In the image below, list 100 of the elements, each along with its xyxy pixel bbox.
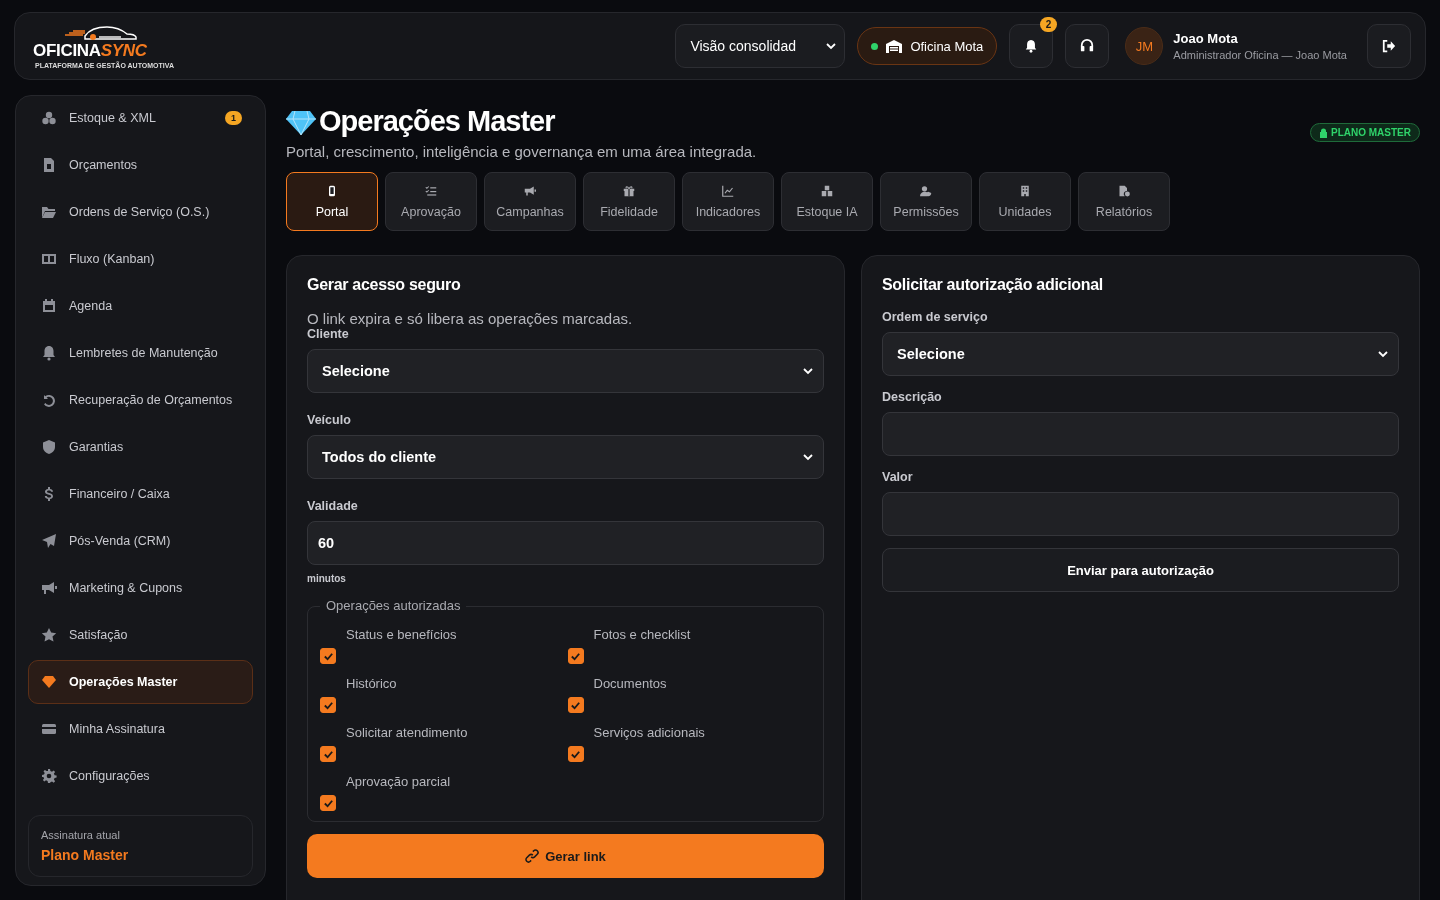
checkbox[interactable] <box>567 746 584 762</box>
checkbox[interactable] <box>320 746 336 762</box>
checkbox[interactable] <box>567 648 584 664</box>
brand-name: OFICINASYNC <box>33 40 147 61</box>
check-icon <box>322 748 334 760</box>
sidebar-item[interactable]: Orçamentos <box>28 143 253 187</box>
sidebar-item[interactable]: Operações Master <box>28 660 253 704</box>
tab[interactable]: Fidelidade <box>583 172 675 231</box>
tab[interactable]: Aprovação <box>385 172 477 231</box>
checkbox[interactable] <box>567 697 584 713</box>
user-name: Joao Mota <box>1173 31 1239 46</box>
field-label: Veículo <box>307 413 352 427</box>
generate-link-button[interactable]: Gerar link <box>307 834 824 878</box>
menu-item-icon <box>41 298 57 314</box>
menu-item-icon <box>41 439 57 455</box>
tab-icon <box>821 184 833 197</box>
validity-input[interactable]: 60 <box>307 521 824 565</box>
garage-icon <box>886 39 903 53</box>
bell-icon <box>1024 39 1039 53</box>
sidebar-item[interactable]: Satisfação <box>28 613 253 657</box>
field-label: Valor <box>882 470 914 484</box>
request-authorization-button[interactable]: Enviar para autorização <box>882 548 1399 592</box>
subscription-label: Assinatura atual <box>41 829 121 841</box>
user-avatar: JM <box>1125 27 1164 65</box>
unit-label: minutos <box>307 573 347 584</box>
tab[interactable]: Estoque IA <box>781 172 873 231</box>
checkbox[interactable] <box>320 648 336 664</box>
client-select[interactable]: Selecione <box>307 349 824 393</box>
tab[interactable]: Portal <box>286 172 378 231</box>
lock-icon <box>1319 127 1328 138</box>
menu-item-icon <box>41 627 57 643</box>
sidebar-item[interactable]: Pós-Venda (CRM) <box>28 519 253 563</box>
checkbox-label: Histórico <box>346 676 398 691</box>
check-icon <box>570 650 581 662</box>
menu-item-icon <box>41 345 57 361</box>
tab-icon <box>326 184 338 197</box>
tab-icon <box>920 184 932 197</box>
headset-icon <box>1080 39 1095 53</box>
card-title: Gerar acesso seguro <box>307 276 462 294</box>
check-icon <box>322 650 334 662</box>
sidebar-item[interactable]: Financeiro / Caixa <box>28 472 253 516</box>
card-title: Solicitar autorização adicional <box>882 276 1104 294</box>
menu-item-icon <box>41 580 57 596</box>
support-button[interactable] <box>1065 24 1110 68</box>
card-hint: O link expira e só libera as operações marcadas. <box>307 310 634 327</box>
menu-item-icon <box>41 721 57 737</box>
field-label: Cliente <box>307 327 350 341</box>
sidebar-item[interactable]: Estoque & XML 1 <box>28 96 253 140</box>
checkbox-label: Serviços adicionais <box>593 725 706 740</box>
tab[interactable]: Permissões <box>880 172 972 231</box>
tab[interactable]: Relatórios <box>1078 172 1170 231</box>
count-badge: 1 <box>225 111 242 125</box>
chevron-down-icon <box>803 452 813 462</box>
field-label: Descrição <box>882 390 943 404</box>
chevron-down-icon <box>826 41 837 51</box>
tab[interactable]: Indicadores <box>682 172 774 231</box>
tab[interactable]: Unidades <box>979 172 1071 231</box>
plan-badge: PLANO MASTER <box>1310 123 1420 142</box>
amount-input[interactable] <box>882 492 1399 536</box>
sidebar-item[interactable]: Garantias <box>28 425 253 469</box>
checkbox-label: Solicitar atendimento <box>346 725 469 740</box>
checkbox[interactable] <box>320 697 336 713</box>
tab-icon <box>425 184 437 197</box>
tab-icon <box>722 184 734 197</box>
view-select[interactable]: Visão consolidad <box>675 24 846 68</box>
sidebar-item[interactable]: Recuperação de Orçamentos <box>28 378 253 422</box>
order-select[interactable]: Selecione <box>882 332 1399 376</box>
sidebar-item[interactable]: Agenda <box>28 284 253 328</box>
menu-item-icon <box>41 251 57 267</box>
group-legend: Operações autorizadas <box>320 598 467 613</box>
vehicle-select[interactable]: Todos do cliente <box>307 435 824 479</box>
description-input[interactable] <box>882 412 1399 456</box>
sidebar-item[interactable]: Ordens de Serviço (O.S.) <box>28 190 253 234</box>
menu-item-icon <box>41 768 57 784</box>
tab[interactable]: Campanhas <box>484 172 576 231</box>
sidebar-item[interactable]: Minha Assinatura <box>28 707 253 751</box>
menu-item-icon <box>41 392 57 408</box>
checkbox[interactable] <box>320 795 336 811</box>
shop-chip[interactable]: Oficina Mota <box>857 27 998 65</box>
sidebar-item[interactable]: Fluxo (Kanban) <box>28 237 253 281</box>
checkbox-label: Fotos e checklist <box>593 627 692 642</box>
logout-icon <box>1382 39 1396 53</box>
checkbox-label: Documentos <box>593 676 668 691</box>
logout-button[interactable] <box>1367 24 1411 68</box>
checkbox-label: Aprovação parcial <box>346 774 452 789</box>
chevron-down-icon <box>1378 349 1388 359</box>
check-icon <box>570 699 581 711</box>
menu-item-icon <box>41 110 57 126</box>
tab-icon <box>1118 184 1130 197</box>
sidebar-item[interactable]: Lembretes de Manutenção <box>28 331 253 375</box>
tab-icon <box>1019 184 1031 197</box>
field-label: Ordem de serviço <box>882 310 989 324</box>
sidebar-item[interactable]: Marketing & Cupons <box>28 566 253 610</box>
sidebar-item[interactable]: Configurações <box>28 754 253 798</box>
page-subtitle: Portal, crescimento, inteligência e governança em uma área integrada. <box>286 143 757 160</box>
plan-name: Plano Master <box>41 847 130 863</box>
check-icon <box>570 748 581 760</box>
menu-item-icon <box>41 533 57 549</box>
check-icon <box>322 699 334 711</box>
menu-item-icon <box>41 157 57 173</box>
